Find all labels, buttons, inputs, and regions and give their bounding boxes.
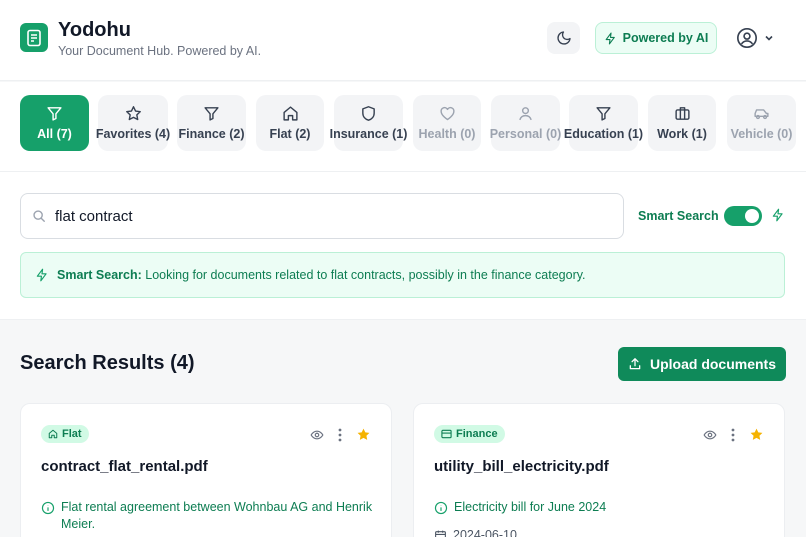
- category-label: Finance (2): [178, 127, 245, 141]
- search-icon: [33, 210, 45, 222]
- category-badge: Finance: [434, 425, 505, 443]
- category-label: Favorites (4): [95, 127, 171, 141]
- document-card[interactable]: Flat contract_flat_rental.pdf Flat renta…: [20, 403, 392, 537]
- smart-search-text: Looking for documents related to flat co…: [141, 268, 586, 282]
- category-label: Education (1): [563, 127, 644, 141]
- category-education[interactable]: Education (1): [564, 95, 643, 151]
- category-label: Flat (2): [269, 127, 311, 141]
- home-icon: [282, 106, 298, 121]
- car-icon: [754, 109, 769, 120]
- category-label: Vehicle (0): [730, 127, 793, 141]
- card-actions: [310, 427, 371, 442]
- card-actions: [703, 427, 764, 442]
- heart-icon: [439, 106, 455, 121]
- category-badge: Flat: [41, 425, 89, 443]
- toggle-knob: [745, 209, 759, 223]
- search-section: Smart Search Smart Search: Looking for d…: [0, 172, 806, 320]
- powered-by-ai-button[interactable]: Powered by AI: [595, 22, 717, 54]
- app-subtitle: Your Document Hub. Powered by AI.: [58, 44, 262, 58]
- account-menu[interactable]: [736, 26, 780, 50]
- document-description-text: Flat rental agreement between Wohnbau AG…: [61, 500, 373, 531]
- eye-icon[interactable]: [310, 428, 324, 442]
- results-title: Search Results (4): [20, 352, 195, 374]
- star-filled-icon[interactable]: [356, 427, 371, 442]
- card-icon: [441, 429, 452, 439]
- category-work[interactable]: Work (1): [648, 95, 716, 151]
- category-flat[interactable]: Flat (2): [256, 95, 324, 151]
- app-logo: [20, 23, 48, 52]
- smart-search-prefix: Smart Search:: [57, 268, 142, 282]
- info-icon: [41, 501, 55, 515]
- document-filename[interactable]: utility_bill_electricity.pdf: [434, 458, 609, 475]
- home-icon: [48, 429, 58, 439]
- shield-icon: [362, 106, 375, 121]
- powered-label: Powered by AI: [622, 31, 709, 45]
- smart-search-label: Smart Search: [638, 209, 719, 223]
- document-filename[interactable]: contract_flat_rental.pdf: [41, 458, 208, 475]
- category-all[interactable]: All (7): [20, 95, 89, 151]
- upload-label: Upload documents: [649, 356, 776, 372]
- filter-icon: [596, 107, 611, 121]
- category-bar: All (7) Favorites (4) Finance (2) Flat (…: [0, 82, 806, 172]
- briefcase-icon: [674, 107, 690, 120]
- filter-icon: [204, 107, 219, 121]
- person-icon: [519, 107, 532, 121]
- upload-icon: [629, 358, 641, 370]
- more-vertical-icon[interactable]: [731, 428, 735, 442]
- document-date-text: 2024-06-10: [453, 528, 517, 537]
- more-vertical-icon[interactable]: [338, 428, 342, 442]
- category-label: All (7): [37, 127, 72, 141]
- upload-documents-button[interactable]: Upload documents: [618, 347, 786, 381]
- star-filled-icon[interactable]: [749, 427, 764, 442]
- bolt-icon: [605, 32, 615, 44]
- star-icon: [125, 106, 141, 121]
- category-label: Personal (0): [489, 127, 562, 141]
- category-finance[interactable]: Finance (2): [177, 95, 246, 151]
- bolt-icon: [36, 268, 47, 282]
- category-label: Work (1): [657, 127, 707, 141]
- category-label: Health (0): [418, 127, 476, 141]
- category-badge-label: Finance: [456, 428, 498, 440]
- category-badge-label: Flat: [62, 428, 82, 440]
- document-icon: [27, 29, 41, 46]
- document-card[interactable]: Finance utility_bill_electricity.pdf Ele…: [413, 403, 785, 537]
- info-icon: [434, 501, 448, 515]
- app-header: Yodohu Your Document Hub. Powered by AI.…: [0, 0, 806, 81]
- search-input[interactable]: [55, 194, 615, 238]
- bolt-icon: [772, 208, 783, 222]
- document-description-text: Electricity bill for June 2024: [454, 500, 607, 514]
- app-title: Yodohu: [58, 19, 131, 41]
- category-label: Insurance (1): [329, 127, 408, 141]
- calendar-icon: [435, 530, 446, 537]
- moon-icon: [556, 31, 571, 45]
- document-description: Electricity bill for June 2024: [434, 499, 774, 516]
- user-circle-icon: [737, 28, 757, 48]
- theme-toggle-button[interactable]: [547, 22, 580, 54]
- smart-search-banner: Smart Search: Looking for documents rela…: [20, 252, 785, 298]
- eye-icon[interactable]: [703, 428, 717, 442]
- chevron-down-icon: [765, 35, 773, 41]
- category-vehicle[interactable]: Vehicle (0): [727, 95, 796, 151]
- search-box: [20, 193, 624, 239]
- filter-icon: [47, 107, 62, 121]
- document-date: 2024-06-10: [434, 528, 517, 537]
- smart-search-toggle[interactable]: [724, 206, 762, 226]
- smart-search-message: Smart Search: Looking for documents rela…: [57, 268, 586, 282]
- category-personal[interactable]: Personal (0): [489, 95, 562, 151]
- category-favorites[interactable]: Favorites (4): [95, 95, 171, 151]
- category-health[interactable]: Health (0): [413, 95, 481, 151]
- category-insurance[interactable]: Insurance (1): [330, 95, 407, 151]
- document-description: Flat rental agreement between Wohnbau AG…: [41, 499, 381, 533]
